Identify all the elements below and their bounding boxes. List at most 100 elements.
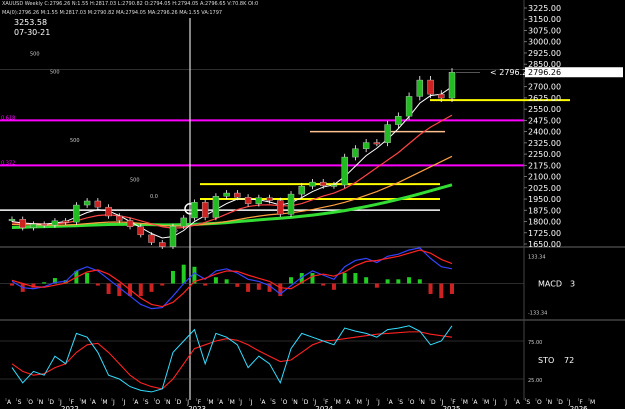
candle-body xyxy=(148,234,155,243)
candle-body xyxy=(427,79,434,95)
level-label-1: 500 xyxy=(50,70,60,76)
candle-body xyxy=(159,242,166,247)
candle-body xyxy=(191,202,198,219)
chart-root: XAUUSD Weekly C:2796.26 N:1.55 H:2817.03… xyxy=(0,0,625,409)
x-tick-label: A xyxy=(219,399,224,406)
y-tick-label: 2100.00 xyxy=(528,173,561,182)
candle-body xyxy=(169,226,177,247)
sto-name-label: STO xyxy=(538,356,554,365)
fib-label-1: 0.372 xyxy=(1,160,15,166)
y-tick-label: 2700.00 xyxy=(528,83,561,92)
x-tick-label: J xyxy=(366,399,369,406)
macd-histogram-bar xyxy=(256,283,261,290)
x-tick-label: A xyxy=(7,399,12,406)
macd-histogram-bar xyxy=(117,283,122,297)
macd-histogram-bar xyxy=(160,283,165,286)
level-label-0: 500 xyxy=(30,52,40,58)
candle-body xyxy=(180,217,187,227)
candle-body xyxy=(126,220,134,227)
candle-body xyxy=(320,181,327,186)
macd-histogram-bar xyxy=(353,273,358,284)
x-tick-label: S xyxy=(272,399,276,406)
macd-histogram-bar xyxy=(246,283,251,292)
candle-body xyxy=(373,142,381,145)
x-tick-label: J xyxy=(250,399,253,406)
x-tick-label: D xyxy=(431,399,436,406)
x-tick-label: A xyxy=(261,399,266,406)
x-tick-label: J xyxy=(504,399,507,406)
macd-histogram-bar xyxy=(331,283,336,290)
candle-body xyxy=(212,196,220,218)
x-tick-label: M xyxy=(81,399,86,406)
candle-body xyxy=(287,193,295,215)
x-tick-label: O xyxy=(155,399,160,406)
macd-histogram-bar xyxy=(321,283,326,286)
candle-body xyxy=(223,192,230,197)
x-tick-label: D xyxy=(177,399,182,406)
macd-histogram-bar xyxy=(407,277,412,284)
candle-body xyxy=(30,223,37,229)
macd-histogram-bar xyxy=(95,283,100,286)
macd-histogram-bar xyxy=(310,273,315,284)
macd-histogram-bar xyxy=(85,273,90,284)
x-tick-label: D xyxy=(49,399,54,406)
candle-body xyxy=(298,185,305,195)
candle-body xyxy=(19,219,26,229)
macd-histogram-bar xyxy=(10,283,14,286)
candle-body xyxy=(83,200,91,206)
y-tick-label: 1725.00 xyxy=(528,229,561,238)
macd-histogram-bar xyxy=(450,283,454,294)
y-tick-label: 2025.00 xyxy=(528,184,561,193)
macd-histogram-bar xyxy=(42,282,47,284)
x-tick-label: M xyxy=(590,399,595,406)
x-tick-label: A xyxy=(134,399,139,406)
candle-body xyxy=(73,204,80,223)
x-tick-label: M xyxy=(336,399,341,406)
level-label-3: 500 xyxy=(130,178,140,184)
x-tick-label: O xyxy=(283,399,288,406)
macd-histogram-bar xyxy=(170,270,175,284)
sto-y-tick-label: 25.00 xyxy=(528,378,542,384)
x-year-label: 2023 xyxy=(188,405,206,409)
x-tick-label: J xyxy=(123,399,126,406)
y-tick-label: 2850.00 xyxy=(528,60,561,69)
macd-histogram-bar xyxy=(417,279,422,284)
candle-body xyxy=(277,200,284,215)
x-tick-label: D xyxy=(304,399,309,406)
candle-body xyxy=(438,93,445,99)
x-tick-label: J xyxy=(112,399,115,406)
macd-histogram-bar xyxy=(374,283,379,288)
macd-histogram-bar xyxy=(224,279,229,284)
y-tick-label: 2625.00 xyxy=(528,94,561,103)
y-tick-label: 3000.00 xyxy=(528,38,561,47)
y-tick-label: 2325.00 xyxy=(528,139,561,148)
candle-body xyxy=(8,219,16,221)
sto-fast-line xyxy=(11,325,453,393)
chart-svg[interactable]: 0.6180.3725005005005000.02.5< 2796.26279… xyxy=(0,0,625,409)
x-year-label: 2024 xyxy=(315,405,333,409)
macd-histogram-bar xyxy=(181,264,186,284)
y-tick-label: 3150.00 xyxy=(528,15,561,24)
y-tick-label: 2250.00 xyxy=(528,150,561,159)
x-tick-label: M xyxy=(208,399,213,406)
candle-body xyxy=(51,220,59,226)
x-tick-label: S xyxy=(145,399,149,406)
x-tick-label: A xyxy=(389,399,394,406)
y-tick-label: 2400.00 xyxy=(528,128,561,137)
candle-body xyxy=(94,200,102,208)
x-tick-label: J xyxy=(494,399,497,406)
macd-value-label: 3 xyxy=(570,280,575,289)
x-year-label: 2026 xyxy=(570,405,588,409)
candle-body xyxy=(330,184,338,187)
macd-histogram-bar xyxy=(396,279,401,284)
x-tick-label: N xyxy=(166,399,171,406)
x-tick-label: N xyxy=(293,399,298,406)
level-label-4: 0.0 xyxy=(150,194,158,200)
x-tick-label: M xyxy=(357,399,362,406)
macd-histogram-bar xyxy=(439,283,444,299)
macd-histogram-bar xyxy=(289,277,294,284)
y-tick-label: 1650.00 xyxy=(528,240,561,249)
sto-value-label: 72 xyxy=(564,356,574,365)
candle-body xyxy=(105,206,112,217)
macd-histogram-bar xyxy=(342,273,347,284)
